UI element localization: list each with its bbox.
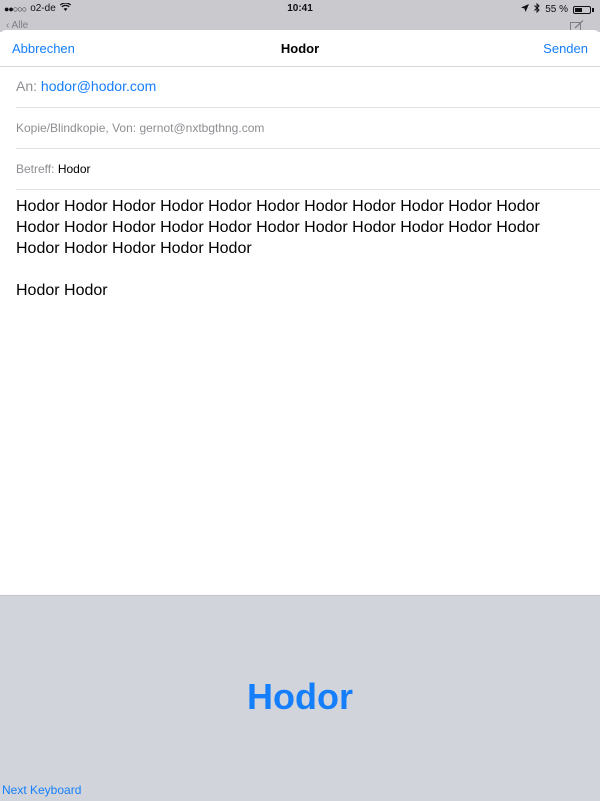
battery-percent: 55 % [545,4,568,15]
to-field[interactable]: An: hodor@hodor.com [16,67,600,108]
bluetooth-icon [534,2,540,16]
next-keyboard-button[interactable]: Next Keyboard [2,783,81,797]
body-paragraph: Hodor Hodor [16,282,108,299]
status-right: 55 % [521,2,594,16]
compose-nav-bar: Abbrechen Hodor Senden [0,30,600,67]
hodor-key[interactable]: Hodor [0,676,600,718]
recipient-token[interactable]: hodor@hodor.com [41,78,156,94]
send-button[interactable]: Senden [543,41,588,56]
to-label: An: [16,78,38,94]
cc-bcc-from-field[interactable]: Kopie/Blindkopie, Von: gernot@nxtbgthng.… [16,108,600,149]
battery-nub [592,7,594,12]
keyboard: Hodor Next Keyboard [0,595,600,801]
subject-input[interactable]: Hodor [58,162,91,176]
message-body[interactable]: Hodor Hodor Hodor Hodor Hodor Hodor Hodo… [16,196,576,301]
location-arrow-icon [521,4,530,15]
cancel-button[interactable]: Abbrechen [12,41,75,56]
body-paragraph: Hodor Hodor Hodor Hodor Hodor Hodor Hodo… [16,198,540,257]
from-address[interactable]: gernot@nxtbgthng.com [139,121,264,135]
cc-bcc-from-label: Kopie/Blindkopie, Von: [16,121,137,135]
battery-fill [575,7,582,12]
status-time: 10:41 [287,3,313,14]
subject-field[interactable]: Betreff: Hodor [16,149,600,190]
compose-sheet: Abbrechen Hodor Senden An: hodor@hodor.c… [0,30,600,595]
battery-icon [573,5,591,14]
compose-title: Hodor [280,41,320,56]
status-bar: ●●○○○ o2-de 10:41 55 % [0,0,600,18]
subject-label: Betreff: [16,162,55,176]
